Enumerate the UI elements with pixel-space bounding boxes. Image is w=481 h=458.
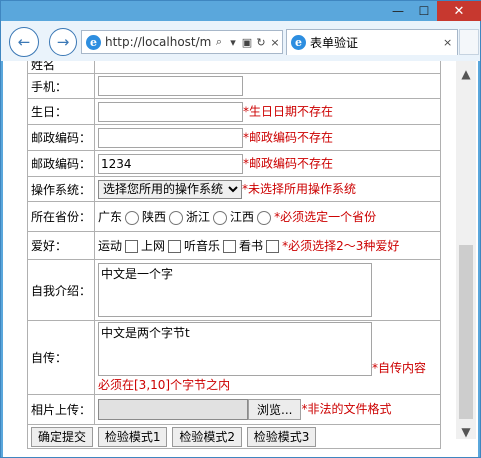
search-icon[interactable]: ⌕ — [212, 35, 226, 49]
zip1-error: *邮政编码不存在 — [243, 130, 334, 144]
os-label: 操作系统： — [27, 176, 95, 202]
browser-toolbar: ← → e http://localhost/m ⌕ ▾ ▣ ↻ × e 表单验… — [1, 21, 480, 61]
page-content: 姓名 手机： 生日： *生日日期不存在 邮政编码： *邮政编码不存在 邮政编码：… — [3, 61, 478, 457]
back-button[interactable]: ← — [9, 27, 39, 57]
birthday-label: 生日： — [27, 98, 95, 125]
vertical-scrollbar[interactable]: ▲ ▼ — [456, 61, 476, 439]
zip1-input[interactable] — [98, 127, 243, 148]
bio-textarea[interactable]: 中文是两个字节t — [98, 322, 372, 376]
zip1-label: 邮政编码： — [27, 124, 95, 151]
intro-textarea[interactable]: 中文是一个字 — [98, 263, 372, 317]
scroll-up-icon[interactable]: ▲ — [456, 67, 476, 81]
zip2-label: 邮政编码： — [27, 150, 95, 177]
submit-button[interactable]: 确定提交 — [31, 426, 94, 447]
province-option-label: 江西 — [230, 210, 255, 224]
table-row: 邮政编码： *邮政编码不存在 — [27, 124, 441, 151]
table-row: 邮政编码： *邮政编码不存在 — [27, 150, 441, 177]
form-table: 姓名 手机： 生日： *生日日期不存在 邮政编码： *邮政编码不存在 邮政编码：… — [27, 61, 441, 449]
check-mode-1-button[interactable]: 检验模式1 — [97, 426, 168, 447]
birthday-input[interactable] — [98, 101, 243, 122]
hobby-checkbox-reading[interactable] — [266, 240, 280, 253]
close-window-button[interactable]: ✕ — [437, 1, 481, 21]
table-row: 相片上传： 浏览... *非法的文件格式 — [27, 394, 441, 425]
bio-label: 自传： — [27, 320, 95, 395]
scroll-down-icon[interactable]: ▼ — [456, 425, 476, 439]
chevron-down-icon[interactable]: ▾ — [226, 36, 240, 49]
table-row: 确定提交 检验模式1 检验模式2 检验模式3 — [27, 424, 441, 449]
table-row: 姓名 — [27, 61, 441, 74]
arrow-right-icon: → — [56, 33, 70, 51]
minimize-button[interactable]: — — [385, 1, 411, 21]
photo-error: *非法的文件格式 — [301, 402, 392, 416]
table-row: 自我介绍： 中文是一个字 — [27, 259, 441, 321]
province-radio-shaanxi[interactable] — [169, 210, 184, 225]
province-option-label: 陕西 — [142, 210, 167, 224]
hobby-checkbox-internet[interactable] — [168, 240, 182, 253]
os-select[interactable]: 选择您所用的操作系统 — [98, 179, 242, 199]
table-row: 爱好： 运动 上网 听音乐 看书 *必须选择2～3种爱好 — [27, 231, 441, 260]
hobby-option-label: 看书 — [239, 239, 264, 253]
tab-form-validation[interactable]: e 表单验证 × — [286, 29, 458, 55]
province-error: *必须选定一个省份 — [274, 210, 377, 224]
hobby-error: *必须选择2～3种爱好 — [282, 239, 400, 253]
arrow-left-icon: ← — [17, 33, 31, 51]
table-row: 操作系统： 选择您所用的操作系统 *未选择所用操作系统 — [27, 176, 441, 202]
province-radio-guangdong[interactable] — [125, 210, 140, 225]
table-row: 生日： *生日日期不存在 — [27, 98, 441, 125]
tab-close-icon[interactable]: × — [443, 36, 457, 49]
stop-icon[interactable]: × — [268, 36, 282, 49]
table-row: 手机： — [27, 73, 441, 99]
tab-title: 表单验证 — [310, 36, 359, 50]
compat-view-icon[interactable]: ▣ — [240, 36, 254, 49]
hobby-option-label: 上网 — [141, 239, 166, 253]
phone-label: 手机： — [27, 73, 95, 99]
new-tab-button[interactable] — [459, 29, 479, 55]
scroll-thumb[interactable] — [459, 245, 473, 419]
zip2-error: *邮政编码不存在 — [243, 156, 334, 170]
bio-error-line2: 必须在[3,10]个字节之内 — [98, 378, 231, 392]
hobby-option-label: 运动 — [98, 239, 123, 253]
name-label: 姓名 — [27, 61, 95, 74]
phone-input[interactable] — [98, 76, 243, 96]
refresh-icon[interactable]: ↻ — [254, 36, 268, 49]
address-url[interactable]: http://localhost/m — [105, 35, 212, 49]
address-bar[interactable]: e http://localhost/m ⌕ ▾ ▣ ↻ × — [81, 30, 283, 54]
ie-tab-icon: e — [291, 35, 306, 50]
ie-logo-icon: e — [86, 34, 101, 50]
browse-button[interactable]: 浏览... — [248, 399, 302, 420]
zip2-input[interactable] — [98, 153, 243, 174]
forward-button[interactable]: → — [49, 28, 77, 56]
bio-error: *自传内容 — [372, 361, 427, 375]
file-path-field[interactable] — [98, 399, 248, 420]
intro-label: 自我介绍： — [27, 259, 95, 321]
province-option-label: 浙江 — [186, 210, 211, 224]
province-radio-zhejiang[interactable] — [213, 210, 228, 225]
hobby-checkbox-music[interactable] — [223, 240, 237, 253]
check-mode-2-button[interactable]: 检验模式2 — [172, 426, 242, 447]
table-row: 所在省份： 广东 陕西 浙江 江西 *必须选定一个省份 — [27, 201, 441, 232]
hobby-option-label: 听音乐 — [184, 239, 221, 253]
hobby-label: 爱好： — [27, 231, 95, 260]
check-mode-3-button[interactable]: 检验模式3 — [246, 426, 317, 447]
table-row: 自传： 中文是两个字节t*自传内容必须在[3,10]个字节之内 — [27, 320, 441, 395]
hobby-checkbox-sports[interactable] — [125, 240, 139, 253]
birthday-error: *生日日期不存在 — [243, 104, 334, 118]
photo-label: 相片上传： — [27, 394, 95, 425]
maximize-button[interactable]: ☐ — [411, 1, 437, 21]
os-error: *未选择所用操作系统 — [242, 181, 357, 196]
province-label: 所在省份： — [27, 201, 95, 232]
province-radio-jiangxi[interactable] — [257, 210, 272, 225]
browser-window: — ☐ ✕ ← → e http://localhost/m ⌕ ▾ ▣ ↻ ×… — [0, 0, 481, 458]
province-option-label: 广东 — [98, 210, 123, 224]
